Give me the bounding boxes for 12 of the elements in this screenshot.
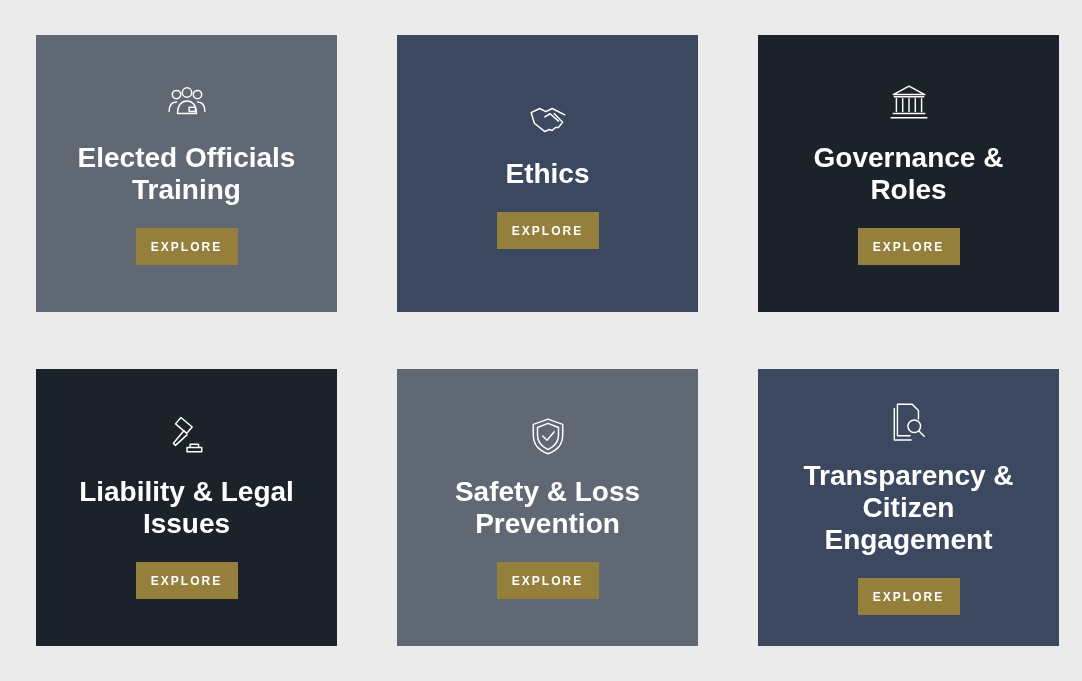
card-title: Elected Officials Training (76, 142, 297, 206)
card-title: Liability & Legal Issues (78, 476, 295, 540)
card-title: Transparency & Citizen Engagement (802, 460, 1015, 556)
card-title: Ethics (505, 158, 590, 190)
explore-button[interactable]: EXPLORE (135, 228, 238, 265)
card-title: Governance & Roles (812, 142, 1005, 206)
explore-button[interactable]: EXPLORE (496, 212, 599, 249)
card-title: Safety & Loss Prevention (453, 476, 642, 540)
explore-button[interactable]: EXPLORE (857, 228, 960, 265)
explore-button[interactable]: EXPLORE (857, 578, 960, 615)
explore-button[interactable]: EXPLORE (135, 562, 238, 599)
explore-button[interactable]: EXPLORE (496, 562, 599, 599)
